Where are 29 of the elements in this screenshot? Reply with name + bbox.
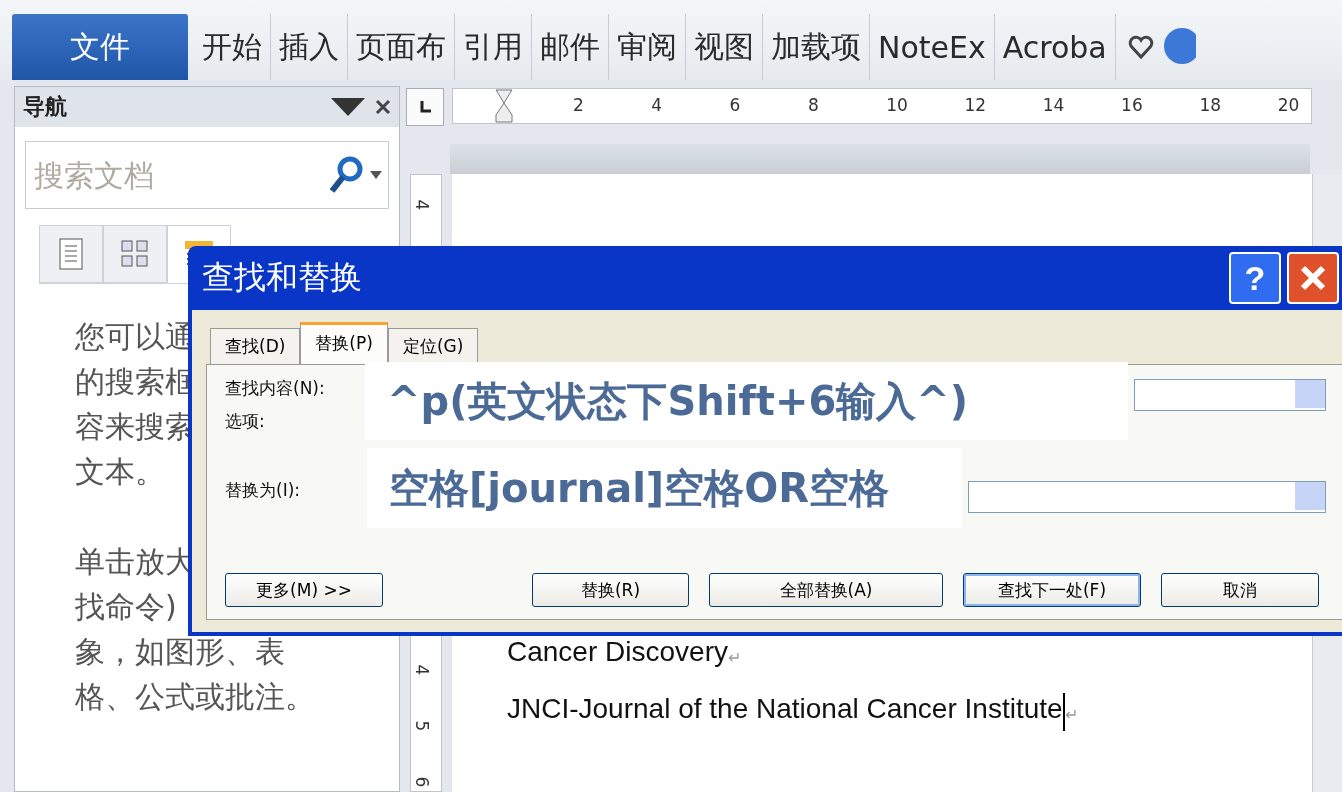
annotation-text: 空格[journal]空格OR空格 (367, 448, 962, 528)
pane-title: 导航 (23, 93, 68, 121)
ruler-number: 14 (1042, 95, 1065, 115)
ruler-number: 2 (573, 95, 584, 115)
ruler-number: 6 (729, 95, 741, 115)
ruler-number: 4 (412, 199, 433, 211)
ruler-number: 12 (964, 95, 987, 115)
ruler-number: 4 (651, 95, 663, 115)
dialog-title: 查找和替换 (202, 257, 363, 298)
ruler-number: 5 (412, 720, 433, 732)
field-label: 替换为(I): (225, 479, 301, 502)
document-line: JNCI-Journal of the National Cancer Institute (507, 693, 1063, 725)
ruler-number: 8 (807, 95, 819, 115)
ruler-number: 10 (886, 95, 908, 115)
help-text: 找命令) (75, 588, 177, 626)
field-label: 查找内容(N): (225, 377, 326, 400)
ruler-number: 4 (412, 664, 433, 676)
help-text: 格、公式或批注。 (75, 678, 315, 716)
ruler-number: 16 (1121, 95, 1143, 115)
annotation-text: ^p(英文状态下Shift+6输入^) (365, 362, 1128, 440)
field-label: 选项: (225, 410, 266, 433)
document-line: Cancer Discovery (507, 636, 728, 668)
help-text: 文本。 (75, 453, 165, 491)
paragraph-mark: ↵ (727, 649, 741, 666)
ruler-number: 20 (1277, 95, 1300, 115)
ruler-number: 6 (412, 776, 433, 788)
help-text: 象，如图形、表 (75, 633, 285, 671)
ruler-number: 18 (1199, 95, 1222, 115)
paragraph-mark: ↵ (1064, 705, 1078, 724)
